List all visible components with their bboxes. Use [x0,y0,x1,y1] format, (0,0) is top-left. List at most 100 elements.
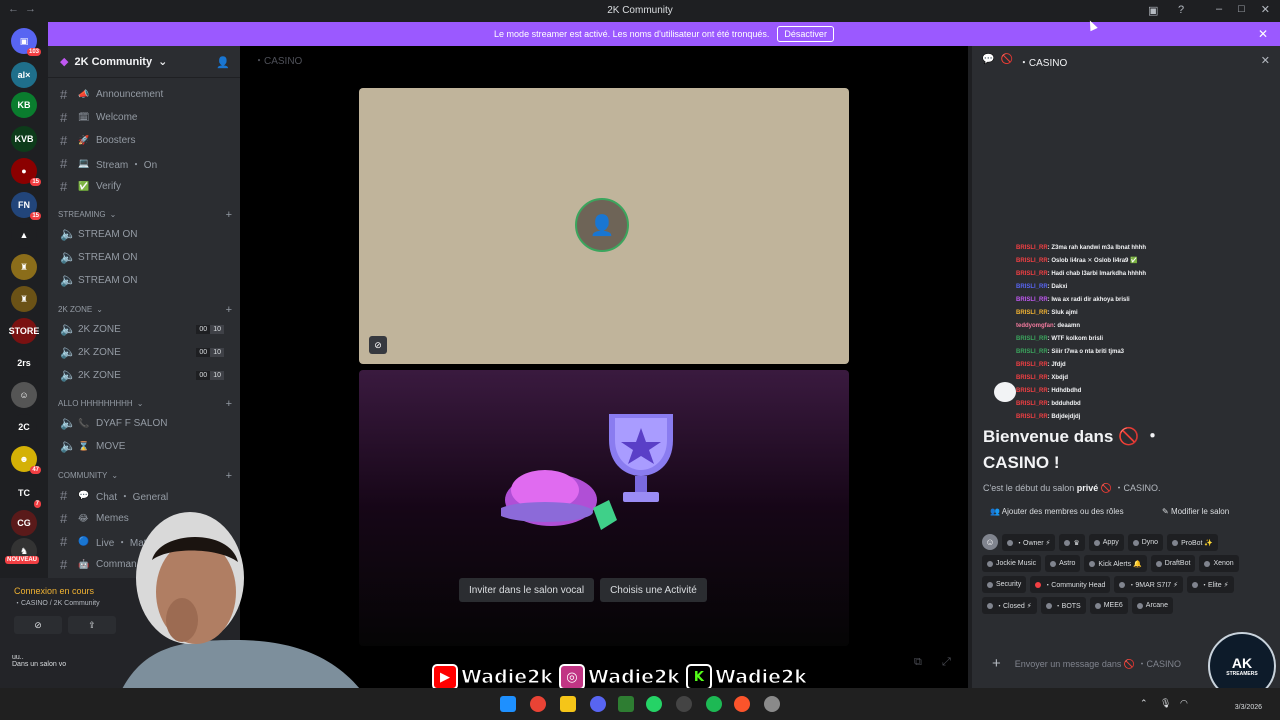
role-chip[interactable]: DraftBot [1150,555,1196,572]
close-window-icon[interactable]: ✕ [1261,3,1270,16]
guild-icon[interactable]: al× [11,62,37,88]
fullscreen-icon[interactable]: ⤢ [942,656,951,669]
user-name[interactable]: uu.. Dans un salon vo [12,654,66,668]
role-chip[interactable]: Xenon [1199,555,1239,572]
channel-item[interactable]: # 💻 Stream ・ On [56,153,232,173]
role-chip[interactable]: Appy [1088,534,1124,551]
folder-icon[interactable] [560,696,576,712]
guild-icon[interactable]: FN 15 [11,192,41,220]
role-chip[interactable]: ・BOTS [1040,597,1086,614]
disable-streamer-button[interactable]: Désactiver [777,26,834,42]
channel-item[interactable]: 🔈 2K ZONE 00 10 [56,319,232,339]
role-chip[interactable]: Kick Alerts 🔔 [1084,555,1147,572]
chat-username[interactable]: BRISLI_RR [1016,245,1048,251]
banner-close-icon[interactable]: ✕ [1258,27,1268,41]
chat-username[interactable]: BRISLI_RR [1016,310,1048,316]
channel-item[interactable]: # 📣 Announcement [56,84,232,104]
role-chip[interactable]: Security [982,576,1027,593]
guild-icon[interactable]: ♜ [11,254,37,280]
hide-video-icon[interactable]: ⊘ [369,336,387,354]
role-chip[interactable]: ・9MAR S7I7 ⚡ [1114,576,1184,593]
obs-icon[interactable] [676,696,692,712]
channel-item[interactable]: 🔈 2K ZONE 00 10 [56,342,232,362]
channel-item[interactable]: # ✅ Verify [56,176,232,196]
role-chip[interactable]: ProBot ✨ [1167,534,1219,551]
channel-item[interactable]: 🔈 STREAM ON [56,270,232,290]
guild-icon[interactable]: 2rs [11,350,37,376]
choose-activity-button[interactable]: Choisis une Activité [600,578,707,602]
create-channel-icon[interactable]: + [226,304,232,316]
guild-icon[interactable]: CG [11,510,37,536]
settings-icon[interactable] [764,696,780,712]
chat-username[interactable]: BRISLI_RR [1016,258,1048,264]
chat-username[interactable]: BRISLI_RR [1016,271,1048,277]
help-icon[interactable]: ? [1178,4,1184,16]
plus-icon[interactable]: + [992,655,1001,672]
create-channel-icon[interactable]: + [226,398,232,410]
member-avatar[interactable]: ☺ [982,534,998,550]
wifi-icon[interactable]: ◠ [1180,698,1188,709]
role-chip[interactable]: ・Community Head [1030,576,1111,593]
guild-icon[interactable]: KB [11,92,37,118]
terminal-icon[interactable] [618,696,634,712]
chat-username[interactable]: BRISLI_RR [1016,375,1048,381]
create-channel-icon[interactable]: + [226,470,232,482]
channel-category[interactable]: STREAMING ⌄ + [58,209,234,221]
channel-item[interactable]: 🔈 STREAM ON [56,247,232,267]
add-members-button[interactable]: 👥 Ajouter des membres ou des rôles [990,507,1124,516]
invite-people-icon[interactable]: 👤 [216,56,230,69]
chat-username[interactable]: BRISLI_RR [1016,336,1048,342]
invite-voice-button[interactable]: Inviter dans le salon vocal [459,578,595,602]
role-chip[interactable]: ・Owner ⚡ [1002,534,1056,551]
guild-icon[interactable]: 2C [11,414,37,440]
popout-icon[interactable]: ⧉ [914,656,922,669]
chat-username[interactable]: BRISLI_RR [1016,401,1048,407]
role-chip[interactable]: ・Closed ⚡ [982,597,1037,614]
channel-item[interactable]: 🔈 2K ZONE 00 10 [56,365,232,385]
chat-username[interactable]: BRISLI_RR [1016,349,1048,355]
brave-icon[interactable] [734,696,750,712]
chat-username[interactable]: BRISLI_RR [1016,297,1048,303]
server-header[interactable]: ◆ 2K Community ⌄ 👤 [48,46,240,78]
guild-icon[interactable]: TC 7 [11,480,41,508]
role-chip[interactable]: Astro [1045,555,1081,572]
create-channel-icon[interactable]: + [226,209,232,221]
guild-icon[interactable]: ▣ 103 [11,28,41,56]
role-chip[interactable]: MEE6 [1089,597,1128,614]
microphone-icon[interactable]: 🎙 [1160,698,1171,709]
windows-start-icon[interactable] [500,696,516,712]
role-chip[interactable]: ・Elite ⚡ [1187,576,1234,593]
tray-chevron-icon[interactable]: ⌃ [1140,698,1148,709]
channel-item[interactable]: 🔈 📞 DYAF F SALON [56,413,232,433]
guild-icon[interactable]: STORE [9,318,39,344]
guild-icon[interactable]: ▲ [11,222,37,248]
channel-item[interactable]: 🔈 STREAM ON [56,224,232,244]
channel-item[interactable]: # 🗓 Welcome [56,107,232,127]
chat-username[interactable]: BRISLI_RR [1016,388,1048,394]
channel-category[interactable]: COMMUNITY ⌄ + [58,470,234,482]
guild-icon[interactable]: KVB [11,126,37,152]
chat-username[interactable]: BRISLI_RR [1016,362,1048,368]
guild-icon[interactable]: ☺ [11,382,37,408]
channel-category[interactable]: ALLO HHHHHHHHH ⌄ + [58,398,234,410]
chat-username[interactable]: BRISLI_RR [1016,414,1048,420]
role-chip[interactable]: Jockie Music [982,555,1042,572]
guild-icon[interactable]: ♜ [11,286,37,312]
chat-username[interactable]: teddyomgfan [1016,323,1054,329]
channel-category[interactable]: 2K ZONE ⌄ + [58,304,234,316]
role-chip[interactable]: Dyno [1127,534,1164,551]
participant-tile[interactable]: 👤 ⊘ [359,88,849,364]
role-chip[interactable]: Arcane [1131,597,1173,614]
minimize-icon[interactable]: – [1216,3,1222,16]
whatsapp-icon[interactable] [646,696,662,712]
guild-icon[interactable]: ● 15 [11,158,41,186]
maximize-icon[interactable]: □ [1238,3,1245,16]
edit-channel-button[interactable]: ✎ Modifier le salon [1162,507,1229,516]
channel-item[interactable]: # 🚀 Boosters [56,130,232,150]
guild-icon[interactable]: ☻ 47 [11,446,41,474]
channel-item[interactable]: 🔈 ⌛ MOVE [56,436,232,456]
spotify-icon[interactable] [706,696,722,712]
role-chip[interactable]: ♛ [1059,534,1085,551]
close-chat-icon[interactable]: ✕ [1261,54,1270,67]
camera-toggle-button[interactable]: ⊘ [14,616,62,634]
